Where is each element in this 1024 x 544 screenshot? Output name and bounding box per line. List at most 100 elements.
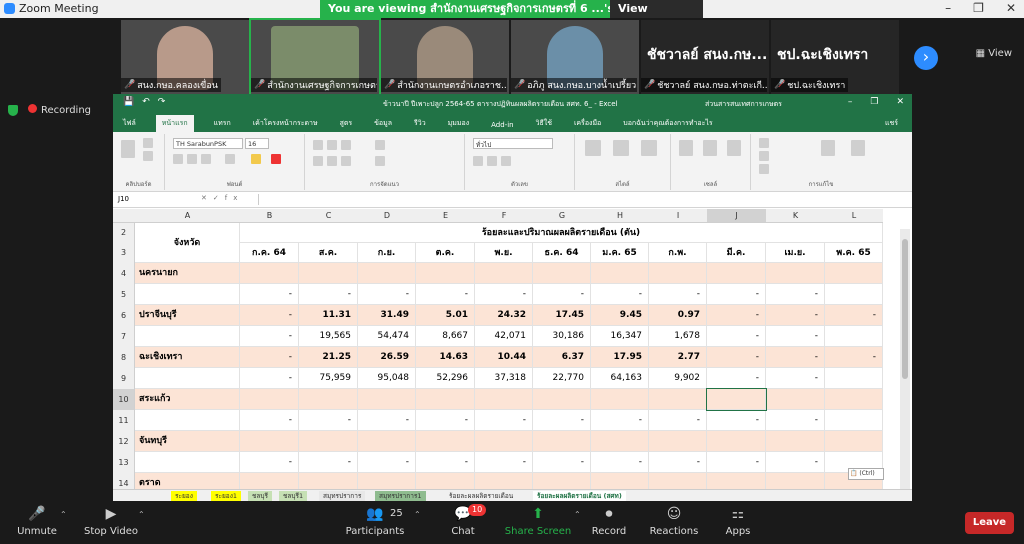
- data-cell[interactable]: 37,318: [475, 368, 533, 389]
- font-color-icon[interactable]: [271, 154, 281, 164]
- recording-indicator[interactable]: Recording: [28, 104, 91, 116]
- province-cell[interactable]: ปราจีนบุรี: [135, 305, 240, 326]
- data-cell[interactable]: [825, 410, 883, 431]
- data-cell[interactable]: 9,902: [649, 368, 707, 389]
- data-cell[interactable]: 75,959: [299, 368, 358, 389]
- data-cell[interactable]: 17.95: [591, 347, 649, 368]
- column-header[interactable]: F: [475, 209, 533, 223]
- align-right-icon[interactable]: [341, 156, 351, 166]
- data-cell[interactable]: -: [591, 410, 649, 431]
- column-header[interactable]: H: [591, 209, 649, 223]
- tab-file[interactable]: ไฟล์: [121, 115, 138, 132]
- data-cell[interactable]: 11.31: [299, 305, 358, 326]
- data-cell[interactable]: [825, 326, 883, 347]
- participant-tile[interactable]: 🎤̸สำนักงานเศรษฐกิจการเกษตรที่...: [249, 18, 381, 96]
- merge-center-icon[interactable]: [375, 156, 385, 166]
- data-cell[interactable]: 1,678: [649, 326, 707, 347]
- data-cell[interactable]: 31.49: [358, 305, 416, 326]
- data-cell[interactable]: -: [649, 410, 707, 431]
- data-cell[interactable]: [649, 263, 707, 284]
- province-cell[interactable]: [135, 368, 240, 389]
- column-header[interactable]: L: [825, 209, 883, 223]
- tell-me-search[interactable]: บอกฉันว่าคุณต้องการทำอะไร: [621, 115, 714, 132]
- participant-tile[interactable]: ชป.ฉะเชิงเทรา 🎤̸ ชป.ฉะเชิงเทรา: [771, 20, 899, 94]
- province-cell[interactable]: นครนายก: [135, 263, 240, 284]
- participant-tile[interactable]: 🎤̸ อภิภู สนง.กษอ.บางน้ำเปรี้ยว: [511, 20, 639, 94]
- format-table-icon[interactable]: [613, 140, 629, 156]
- sheet-tab[interactable]: สมุทรปราการ1: [375, 491, 426, 501]
- clear-icon[interactable]: [759, 164, 769, 174]
- data-cell[interactable]: 42,071: [475, 326, 533, 347]
- delete-cells-icon[interactable]: [703, 140, 717, 156]
- save-icon[interactable]: 💾: [123, 97, 134, 107]
- shield-icon[interactable]: [8, 104, 18, 116]
- data-cell[interactable]: -: [240, 452, 299, 473]
- data-cell[interactable]: [240, 263, 299, 284]
- column-header[interactable]: J: [707, 209, 766, 223]
- share-screen-button[interactable]: ⬆ Share Screen: [503, 506, 573, 537]
- data-cell[interactable]: 5.01: [416, 305, 475, 326]
- paste-options-button[interactable]: 📋 (Ctrl): [848, 468, 884, 480]
- data-cell[interactable]: -: [358, 284, 416, 305]
- data-cell[interactable]: -: [240, 305, 299, 326]
- align-bottom-icon[interactable]: [341, 140, 351, 150]
- tab-formulas[interactable]: สูตร: [338, 115, 355, 132]
- font-size-select[interactable]: 16: [245, 138, 269, 149]
- data-cell[interactable]: 9.45: [591, 305, 649, 326]
- tab-home[interactable]: หน้าแรก: [155, 115, 194, 132]
- data-cell[interactable]: [591, 431, 649, 452]
- data-cell[interactable]: [649, 431, 707, 452]
- data-cell[interactable]: -: [707, 368, 766, 389]
- tab-insert[interactable]: แทรก: [212, 115, 233, 132]
- data-cell[interactable]: [591, 263, 649, 284]
- row-header[interactable]: 12: [113, 431, 135, 452]
- data-cell[interactable]: 0.97: [649, 305, 707, 326]
- data-cell[interactable]: [766, 389, 825, 410]
- borders-icon[interactable]: [225, 154, 235, 164]
- data-cell[interactable]: -: [649, 452, 707, 473]
- tab-page-layout[interactable]: เค้าโครงหน้ากระดาษ: [251, 115, 320, 132]
- data-cell[interactable]: [825, 368, 883, 389]
- data-cell[interactable]: 24.32: [475, 305, 533, 326]
- sheet-tab[interactable]: ชลบุรี: [248, 491, 273, 501]
- column-header[interactable]: C: [299, 209, 358, 223]
- data-cell[interactable]: -: [591, 452, 649, 473]
- data-cell[interactable]: -: [591, 284, 649, 305]
- data-cell[interactable]: 30,186: [533, 326, 591, 347]
- formula-input[interactable]: [258, 194, 908, 205]
- data-cell[interactable]: [358, 431, 416, 452]
- data-cell[interactable]: -: [707, 284, 766, 305]
- province-cell[interactable]: [135, 326, 240, 347]
- data-cell[interactable]: [416, 389, 475, 410]
- data-cell[interactable]: -: [533, 410, 591, 431]
- view-options-button[interactable]: View Options ⌄: [610, 0, 703, 33]
- chat-button[interactable]: 💬 10 Chat: [428, 504, 498, 537]
- data-cell[interactable]: 2.77: [649, 347, 707, 368]
- data-cell[interactable]: [240, 431, 299, 452]
- data-cell[interactable]: -: [240, 326, 299, 347]
- data-cell[interactable]: -: [766, 452, 825, 473]
- data-cell[interactable]: -: [707, 305, 766, 326]
- currency-icon[interactable]: [473, 156, 483, 166]
- sheet-tab[interactable]: ระยอง1: [211, 491, 242, 501]
- data-cell[interactable]: -: [240, 410, 299, 431]
- stop-video-button[interactable]: ▶ Stop Video: [76, 506, 146, 537]
- insert-cells-icon[interactable]: [679, 140, 693, 156]
- comma-icon[interactable]: [501, 156, 511, 166]
- column-header[interactable]: B: [240, 209, 299, 223]
- data-cell[interactable]: -: [416, 452, 475, 473]
- find-select-icon[interactable]: [851, 140, 865, 156]
- column-header[interactable]: E: [416, 209, 475, 223]
- copy-icon[interactable]: [143, 151, 153, 161]
- row-header[interactable]: 2: [113, 223, 135, 243]
- data-cell[interactable]: [475, 389, 533, 410]
- data-cell[interactable]: [533, 389, 591, 410]
- row-header[interactable]: 4: [113, 263, 135, 284]
- data-cell[interactable]: -: [766, 305, 825, 326]
- participant-tile[interactable]: 🎤̸ สนง.กษอ.คลองเขื่อน: [121, 20, 249, 94]
- data-cell[interactable]: 10.44: [475, 347, 533, 368]
- data-cell[interactable]: -: [766, 368, 825, 389]
- column-header[interactable]: A: [135, 209, 240, 223]
- data-cell[interactable]: [533, 431, 591, 452]
- data-cell[interactable]: -: [358, 410, 416, 431]
